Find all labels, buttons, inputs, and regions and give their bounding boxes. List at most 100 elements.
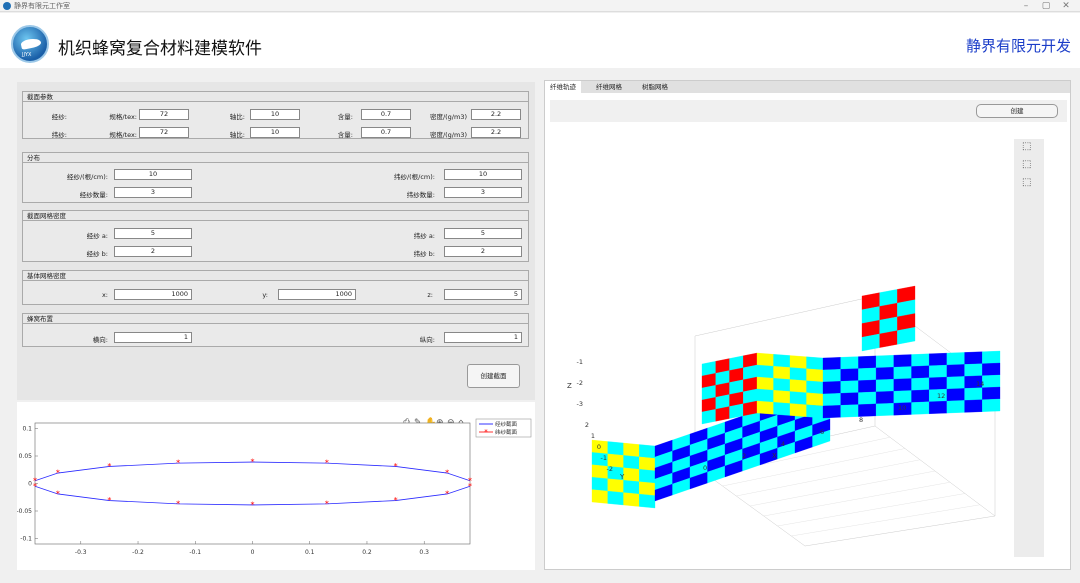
weave-cell: [875, 403, 894, 417]
window-title: 静界有限元工作室: [14, 2, 70, 10]
x-tick-label: 6: [820, 428, 824, 436]
honeycomb-layout-group: 蜂窝布置 横向: 1 纵向: 1: [22, 313, 529, 347]
weave-cell: [982, 398, 1001, 412]
weave-cell: [911, 365, 930, 379]
matrix-z-input[interactable]: 5: [444, 289, 522, 300]
weave-cell: [773, 390, 791, 404]
tab-fiber-mesh[interactable]: 纤维网格: [591, 81, 627, 93]
weave-cell: [822, 393, 841, 407]
close-button[interactable]: ✕: [1056, 0, 1076, 12]
weave-cell: [875, 355, 894, 369]
weft-content-input[interactable]: 0.7: [361, 127, 411, 138]
weave-cell: [982, 362, 1001, 376]
grid-line: [736, 459, 921, 497]
weave-cell: [946, 364, 965, 378]
weave-cell: [840, 368, 859, 382]
horizontal-input[interactable]: 1: [114, 332, 192, 343]
weave-cell: [840, 356, 859, 370]
warp-content-input[interactable]: 0.7: [361, 109, 411, 120]
warp-spec-input[interactable]: 72: [139, 109, 189, 120]
weave-cell: [929, 376, 948, 390]
matrix-x-input[interactable]: 1000: [114, 289, 192, 300]
preview-toolbar: 创建: [550, 100, 1067, 122]
y-tick-label: 0.1: [22, 426, 32, 433]
create-section-button[interactable]: 创建截面: [467, 364, 520, 388]
section-chart: -0.3 -0.2 -0.1 0 0.1 0.2 0.3 0.1 0.05 0 -0.05 -0.1 *…: [17, 418, 532, 556]
weave-cell: [789, 403, 807, 417]
warp-a-input[interactable]: 5: [114, 228, 192, 239]
view-toolbar: ⬚ ⬚ ⬚: [1014, 139, 1044, 557]
grid-line: [694, 295, 876, 337]
data-point: *: [468, 482, 472, 491]
weave-cell: [806, 404, 824, 419]
matrix-x-label: x:: [101, 291, 108, 299]
weave-cell: [623, 492, 640, 507]
cube-side-icon[interactable]: ⬚: [1022, 177, 1033, 188]
data-point: *: [394, 462, 398, 471]
weft-a-input[interactable]: 5: [444, 228, 522, 239]
warp-axis-ratio-input[interactable]: 10: [250, 109, 300, 120]
weave-cell: [946, 376, 965, 390]
weave-cell: [858, 367, 877, 381]
y-tick-label: 0.05: [19, 453, 33, 460]
legend-weft: 纬纱截面: [495, 428, 518, 436]
brand-text: 静界有限元开发: [965, 37, 1071, 55]
weave-cell: [623, 467, 640, 482]
weft-density-count-input[interactable]: 10: [444, 169, 522, 180]
weave-cell: [639, 493, 656, 509]
data-point: *: [56, 469, 60, 478]
grid-line: [791, 504, 981, 537]
warp-density-input[interactable]: 2.2: [471, 109, 521, 120]
tab-resin-mesh[interactable]: 树脂网格: [637, 81, 673, 93]
weave-cell: [929, 352, 948, 366]
x-tick-label: 4: [781, 440, 785, 448]
data-point: *: [445, 489, 449, 498]
parameter-panel: 截面参数 经纱: 规格/tex: 72 轴比: 10 含量: 0.7 密度/(g…: [17, 82, 535, 400]
weave-cell: [773, 402, 791, 416]
weft-count-input[interactable]: 3: [444, 187, 522, 198]
create-button[interactable]: 创建: [976, 104, 1058, 118]
tab-fiber-trajectory[interactable]: 纤维轨迹: [545, 81, 581, 93]
weft-spec-input[interactable]: 72: [139, 127, 189, 138]
weave-cell: [893, 366, 912, 380]
weave-cell: [858, 403, 877, 417]
weave-cell: [911, 389, 930, 403]
weave-cell: [875, 391, 894, 405]
cube-front-icon[interactable]: ⬚: [1022, 159, 1033, 170]
x-tick-label: 0.1: [305, 549, 315, 556]
x-tick-label: 0: [251, 549, 255, 556]
weave-cell: [806, 356, 824, 371]
y-tick-label: -1: [601, 454, 607, 462]
weave-cell: [893, 354, 912, 368]
warp-content-label: 含量:: [337, 113, 353, 121]
maximize-button[interactable]: ▢: [1036, 0, 1056, 12]
warp-count-input[interactable]: 3: [114, 187, 192, 198]
warp-density-count-label: 经纱/(根/cm):: [66, 173, 108, 181]
warp-b-input[interactable]: 2: [114, 246, 192, 257]
data-point: *: [107, 462, 111, 471]
weft-content-label: 含量:: [337, 131, 353, 139]
weft-b-input[interactable]: 2: [444, 246, 522, 257]
weave-cell: [929, 364, 948, 378]
data-point: *: [445, 469, 449, 478]
weave-cell: [639, 456, 656, 471]
legend-warp: 经纱截面: [495, 420, 518, 428]
y-tick-label: 1: [591, 432, 595, 440]
weft-axis-ratio-input[interactable]: 10: [250, 127, 300, 138]
matrix-y-input[interactable]: 1000: [278, 289, 356, 300]
weave-cell: [964, 399, 983, 413]
y-axis-label: Y: [619, 473, 625, 481]
weave-cell: [982, 350, 1001, 364]
cube-view-icon[interactable]: ⬚: [1022, 141, 1033, 152]
window-titlebar: 静界有限元工作室 – ▢ ✕: [0, 0, 1080, 12]
group-title: 分布: [23, 153, 528, 163]
warp-density-count-input[interactable]: 10: [114, 169, 192, 180]
vertical-input[interactable]: 1: [444, 332, 522, 343]
weave-cell: [911, 353, 930, 367]
warp-count-label: 经纱数量:: [79, 191, 108, 199]
x-tick-label: 0.3: [419, 549, 429, 556]
x-tick-label: 8: [859, 416, 863, 424]
weft-density-input[interactable]: 2.2: [471, 127, 521, 138]
x-tick-label: 0.2: [362, 549, 372, 556]
minimize-button[interactable]: –: [1016, 0, 1036, 12]
